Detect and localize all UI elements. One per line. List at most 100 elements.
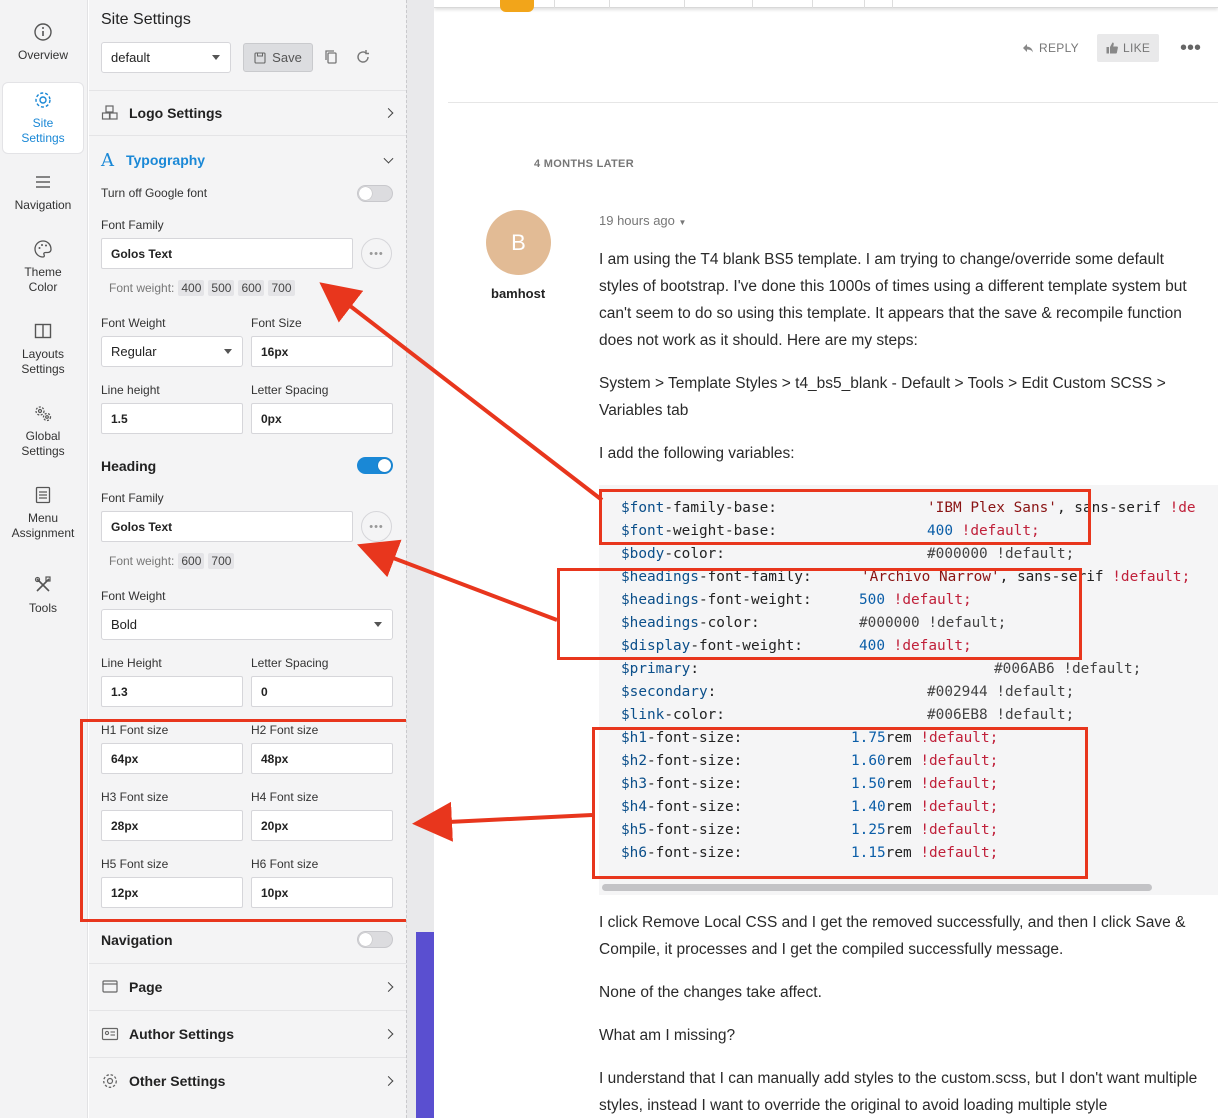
rail-site-settings[interactable]: Site Settings <box>2 82 84 154</box>
google-font-off-label: Turn off Google font <box>101 186 208 200</box>
rail-navigation[interactable]: Navigation <box>2 172 84 213</box>
body-font-weight-select[interactable]: Regular <box>101 336 243 367</box>
list-icon <box>35 486 51 504</box>
code-line-name: $font-family-base: <box>621 497 777 520</box>
horizontal-scrollbar[interactable] <box>602 884 1152 891</box>
copy-icon[interactable] <box>322 48 340 66</box>
body-font-weights: Font weight: 400 500 600 700 <box>109 280 295 296</box>
code-line-value: 1.40rem !default; <box>851 796 998 819</box>
chevron-right-icon <box>383 1075 394 1086</box>
panel-divider[interactable] <box>406 0 435 1118</box>
rail-tools[interactable]: Tools <box>2 575 84 616</box>
refresh-icon[interactable] <box>354 48 372 66</box>
logo-settings-row[interactable]: Logo Settings <box>89 90 406 136</box>
heading-toggle[interactable] <box>357 457 393 474</box>
heading-font-family-input[interactable]: Golos Text <box>101 511 353 542</box>
code-line-name: $primary: <box>621 658 699 681</box>
body-font-weight-label: Font Weight <box>101 316 166 330</box>
code-value: #006AB6 <box>994 661 1055 677</box>
code-variable: $headings <box>621 592 699 608</box>
icon-rail: Overview Site Settings Navigation Theme … <box>0 0 88 1118</box>
body-font-family-label: Font Family <box>101 218 164 232</box>
page-row[interactable]: Page <box>89 963 406 1009</box>
body-letter-spacing-label: Letter Spacing <box>251 383 329 397</box>
navigation-toggle[interactable] <box>357 931 393 948</box>
h6-font-size-input[interactable]: 10px <box>251 877 393 908</box>
post-paragraph: I understand that I can manually add sty… <box>599 1070 1198 1114</box>
rail-theme-color-label: Theme Color <box>24 265 62 294</box>
body-font-family-input[interactable]: Golos Text <box>101 238 353 269</box>
code-property: -family-base: <box>664 500 777 516</box>
body-font-more-button[interactable]: ••• <box>361 238 392 269</box>
more-options-button[interactable]: ••• <box>1180 34 1201 62</box>
code-line-value: 1.25rem !default; <box>851 819 998 842</box>
h3-font-size-input[interactable]: 28px <box>101 810 243 841</box>
code-line-value: 'IBM Plex Sans', sans-serif !de <box>927 497 1196 520</box>
rail-layouts-settings[interactable]: Layouts Settings <box>2 321 84 377</box>
more-dots-icon: ••• <box>369 247 384 260</box>
profile-select[interactable]: default <box>101 42 231 73</box>
typography-icon: A <box>101 149 114 171</box>
code-line-name: $headings-font-family: <box>621 566 812 589</box>
h2-font-size-input[interactable]: 48px <box>251 743 393 774</box>
h5-font-size-input[interactable]: 12px <box>101 877 243 908</box>
post-time-text: 19 hours ago <box>599 213 675 228</box>
code-text: rem <box>885 822 921 838</box>
code-variable: $body <box>621 546 665 562</box>
rail-overview-label: Overview <box>17 48 68 62</box>
chevron-right-icon <box>383 108 394 118</box>
code-flag: !de <box>1169 500 1196 516</box>
code-value: 1.60 <box>851 753 886 769</box>
body-font-size-input[interactable]: 16px <box>251 336 393 367</box>
body-line-height-input[interactable]: 1.5 <box>101 403 243 434</box>
h4-font-size-input[interactable]: 20px <box>251 810 393 841</box>
code-line-name: $secondary: <box>621 681 716 704</box>
username[interactable]: bamhost <box>491 286 545 301</box>
code-property: -color: <box>664 546 725 562</box>
like-button[interactable]: LIKE <box>1097 34 1160 62</box>
code-value: 1.75 <box>851 730 886 746</box>
reply-label: REPLY <box>1039 41 1079 55</box>
code-variable: $display <box>621 638 691 654</box>
rail-theme-color[interactable]: Theme Color <box>2 239 84 295</box>
reply-button[interactable]: REPLY <box>1022 34 1079 62</box>
post-paragraph: None of the changes take affect. <box>599 984 822 1001</box>
code-line-name: $headings-font-weight: <box>621 589 812 612</box>
post-time[interactable]: 19 hours ago ▼ <box>599 213 686 228</box>
user-badge <box>500 0 534 12</box>
save-button[interactable]: Save <box>243 43 313 72</box>
code-block[interactable]: $font-family-base: 'IBM Plex Sans', sans-… <box>599 485 1218 895</box>
rail-overview[interactable]: Overview <box>2 22 84 63</box>
avatar[interactable]: B <box>486 210 551 275</box>
rail-global-settings[interactable]: Global Settings <box>2 403 84 459</box>
heading-font-weights: Font weight: 600 700 <box>109 553 235 569</box>
code-variable: $h4 <box>621 799 647 815</box>
h1-font-size-input[interactable]: 64px <box>101 743 243 774</box>
code-text: rem <box>885 845 921 861</box>
code-property: : <box>707 684 717 700</box>
body-letter-spacing-input[interactable]: 0px <box>251 403 393 434</box>
heading-letter-spacing-input[interactable]: 0 <box>251 676 393 707</box>
code-property: -font-size: <box>647 730 743 746</box>
typography-row[interactable]: A Typography <box>89 137 406 183</box>
chevron-down-icon <box>224 348 232 354</box>
code-line-name: $font-weight-base: <box>621 520 777 543</box>
h6-font-size-label: H6 Font size <box>251 857 319 871</box>
divider <box>448 102 1218 103</box>
code-text: !default; <box>987 684 1075 700</box>
reply-icon <box>1023 44 1033 53</box>
id-card-icon <box>101 1027 119 1040</box>
rail-menu-assignment[interactable]: Menu Assignment <box>2 485 84 541</box>
heading-font-weight-select[interactable]: Bold <box>101 609 393 640</box>
code-variable: $secondary <box>621 684 708 700</box>
author-settings-row[interactable]: Author Settings <box>89 1010 406 1056</box>
heading-font-more-button[interactable]: ••• <box>361 511 392 542</box>
code-value: 1.50 <box>851 776 886 792</box>
forum-post-area: REPLY LIKE ••• 4 MONTHS LATER B bamhost … <box>434 0 1218 1118</box>
other-settings-label: Other Settings <box>129 1072 226 1089</box>
google-font-toggle[interactable] <box>357 185 393 202</box>
other-settings-row[interactable]: Other Settings <box>89 1057 406 1103</box>
save-button-label: Save <box>272 50 302 65</box>
heading-line-height-input[interactable]: 1.3 <box>101 676 243 707</box>
